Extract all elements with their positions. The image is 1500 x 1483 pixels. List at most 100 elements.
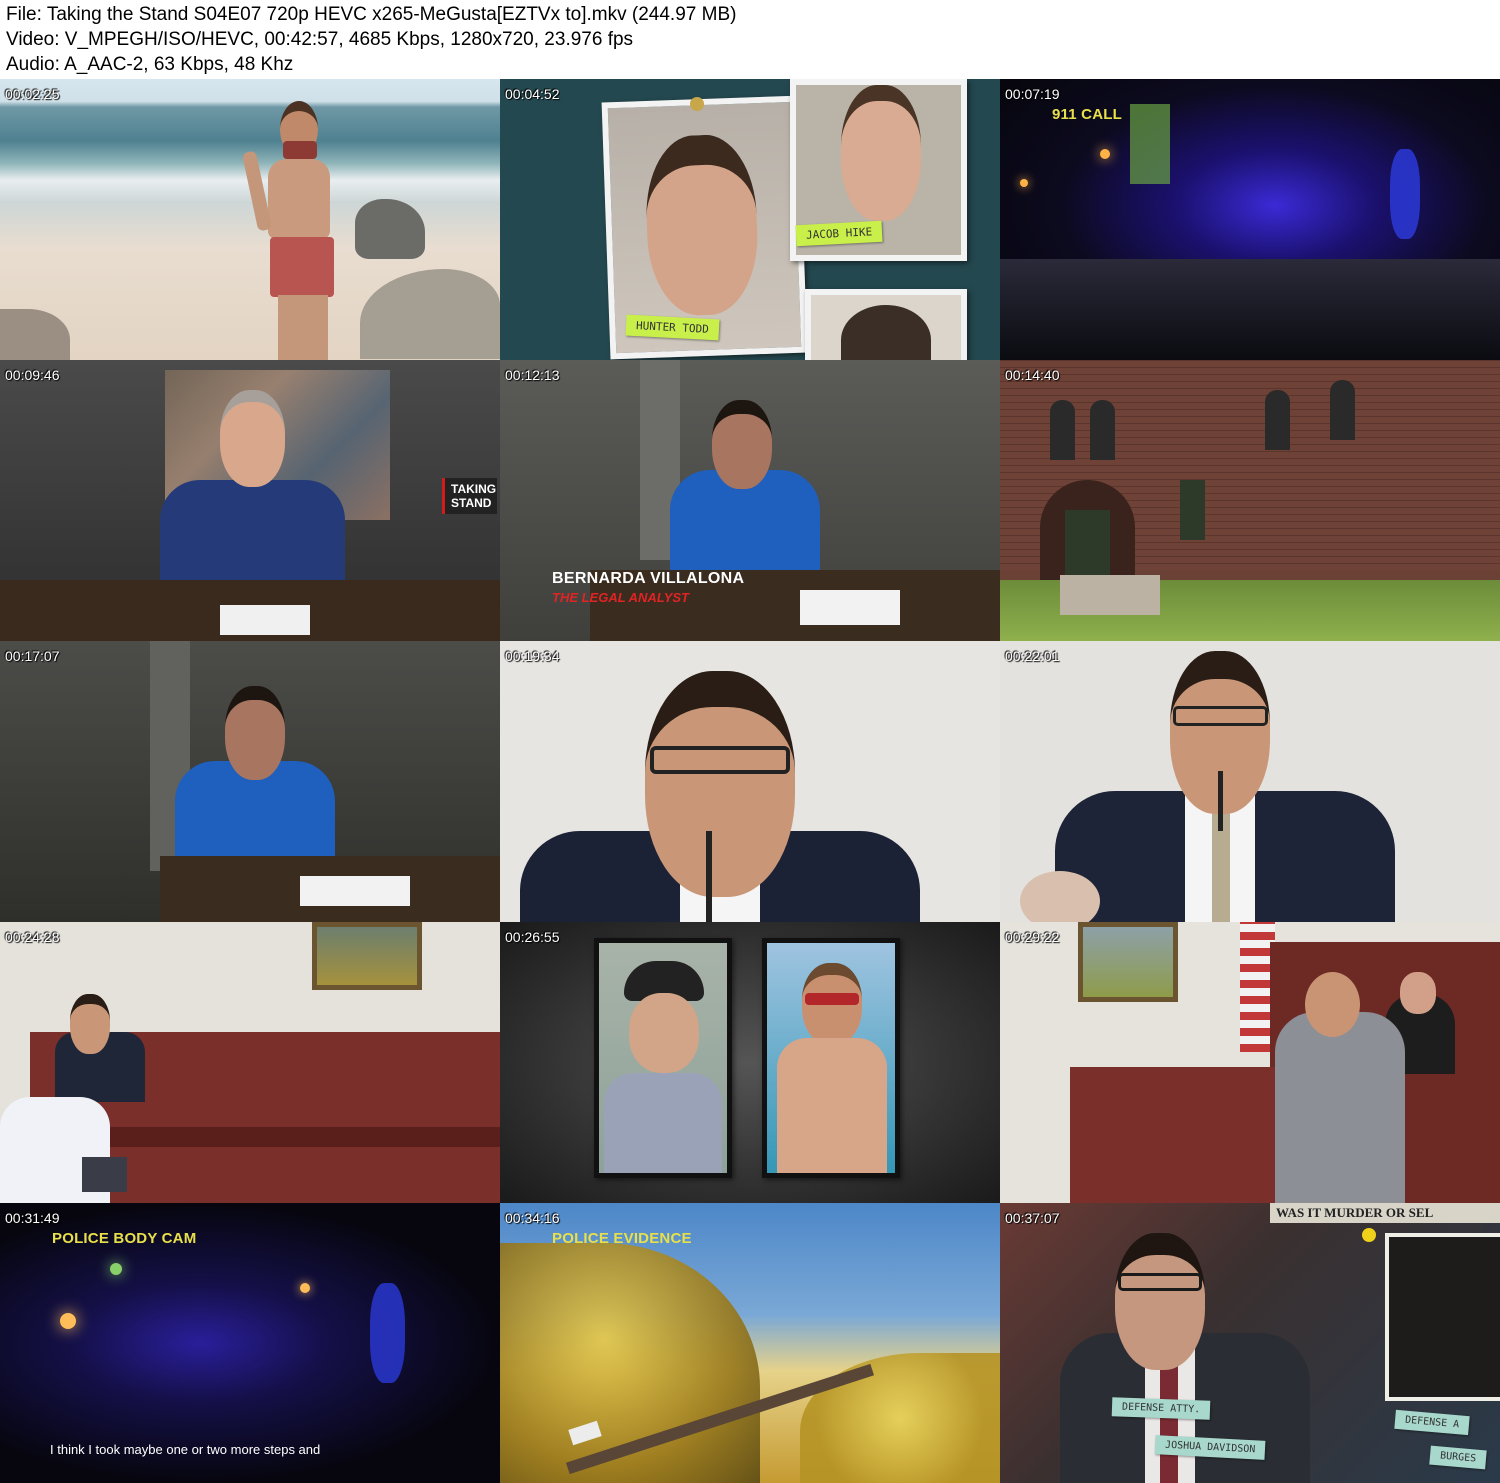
thumbnail-6: 00:14:40 [1000,360,1500,641]
laptop [82,1157,127,1192]
shorts [270,237,334,297]
thumbnail-11: 00:26:55 [500,922,1000,1203]
face [629,993,699,1073]
face [643,133,761,317]
timestamp: 00:04:52 [505,86,560,102]
glasses [650,746,790,774]
door [1065,510,1110,575]
thumbnail-12: 00:29:22 [1000,922,1500,1203]
thumbnail-15: 00:37:07 WAS IT MURDER OR SEL DEFENSE AT… [1000,1203,1500,1483]
analyst-head [712,400,772,489]
thumbnail-3: 00:07:19 911 CALL [1000,79,1500,360]
timestamp: 00:07:19 [1005,86,1060,102]
road [1000,259,1500,360]
lower-third-name: BERNARDA VILLALONA [552,570,745,587]
witness-head [645,671,795,897]
timestamp: 00:09:46 [5,367,60,383]
light [60,1313,76,1329]
timestamp: 00:19:34 [505,648,560,664]
attorney-body [1275,1012,1405,1203]
figure [370,1283,405,1383]
thumbnail-2: 00:04:52 JACOB HIKE HUNTER TODD [500,79,1000,360]
timestamp: 00:22:01 [1005,648,1060,664]
attorney-head [1305,972,1360,1037]
caption: POLICE EVIDENCE [552,1230,692,1247]
caption: POLICE BODY CAM [52,1230,197,1247]
leaves [800,1353,1000,1483]
rock [360,269,500,359]
timestamp: 00:29:22 [1005,929,1060,945]
window [1090,400,1115,460]
attorney-head [1115,1233,1205,1370]
observer-head [1020,871,1100,922]
building-lights [1130,104,1170,184]
pushpin [690,97,704,111]
timestamp: 00:24:28 [5,929,60,945]
file-line: File: Taking the Stand S04E07 720p HEVC … [6,4,737,25]
file-info-header: File: Taking the Stand S04E07 720p HEVC … [0,0,1500,79]
video-line: Video: V_MPEGH/ISO/HEVC, 00:42:57, 4685 … [6,29,634,50]
papers [220,605,310,635]
painting [1078,922,1178,1002]
microphone [1218,771,1223,831]
show-logo: TAKING STAND [442,478,497,514]
caption: 911 CALL [1052,106,1122,123]
pushpin [1362,1228,1376,1242]
thumbnail-8: 00:19:34 [500,641,1000,922]
thumbnail-5: 00:12:13 BERNARDA VILLALONA THE LEGAL AN… [500,360,1000,641]
figure [1390,149,1420,239]
case-banner: WAS IT MURDER OR SEL [1270,1203,1500,1223]
right-photo [1385,1233,1500,1401]
rock [0,309,70,360]
papers [800,590,900,625]
microphone [706,831,712,922]
rock [355,199,425,259]
thumbnail-7: 00:17:07 [0,641,500,922]
timestamp: 00:14:40 [1005,367,1060,383]
victim-photo [594,938,732,1178]
timestamp: 00:12:13 [505,367,560,383]
suspect-photo [805,289,967,360]
timestamp: 00:02:25 [5,86,60,102]
thumbnail-10: 00:24:28 [0,922,500,1203]
face [841,305,931,360]
lower-third-role: THE LEGAL ANALYST [552,590,689,605]
window [1265,390,1290,450]
analyst-head [225,686,285,780]
subtitle: I think I took maybe one or two more ste… [50,1442,321,1457]
light [300,1283,310,1293]
painting [312,922,422,990]
window [1330,380,1355,440]
timestamp: 00:31:49 [5,1210,60,1226]
light [1020,179,1028,187]
light [110,1263,122,1275]
window [1180,480,1205,540]
witness-head [70,994,110,1054]
thumbnail-4: 00:09:46 TAKING STAND [0,360,500,641]
person-torso [268,159,330,239]
timestamp: 00:37:07 [1005,1210,1060,1226]
thumbnail-14: 00:34:16 POLICE EVIDENCE [500,1203,1000,1483]
timestamp: 00:17:07 [5,648,60,664]
thumbnail-13: 00:31:49 POLICE BODY CAM I think I took … [0,1203,500,1483]
window [1050,400,1075,460]
host-head [220,390,285,487]
thumbnail-9: 00:22:01 [1000,641,1500,922]
thumbnail-1: 00:02:25 [0,79,500,360]
light [1100,149,1110,159]
steps [1060,575,1160,615]
timestamp: 00:34:16 [505,1210,560,1226]
sunglasses [805,993,859,1005]
glasses [1173,706,1268,726]
timestamp: 00:26:55 [505,929,560,945]
legs [278,295,328,360]
shirt [604,1073,722,1173]
sticky-note: JACOB HIKE [795,220,883,247]
name-tag: DEFENSE ATTY. [1111,1397,1211,1420]
bandana [283,141,317,159]
torso [777,1038,887,1173]
papers [300,876,410,906]
judge-head [1400,972,1436,1014]
audio-line: Audio: A_AAC-2, 63 Kbps, 48 Khz [6,54,294,75]
victim-photo [762,938,900,1178]
